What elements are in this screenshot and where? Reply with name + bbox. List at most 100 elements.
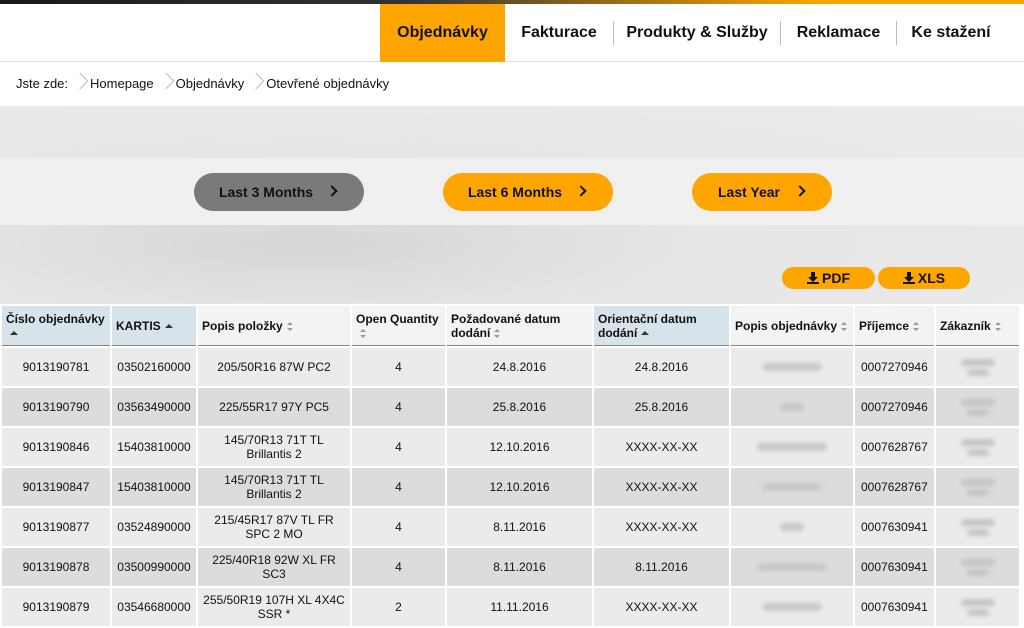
cell-order: 9013190790: [2, 388, 110, 426]
cell-item: 255/50R19 107H XL 4X4C SSR *: [198, 588, 350, 626]
column-header-order-description[interactable]: Popis objednávky: [731, 306, 853, 346]
period-button-label: Last 3 Months: [218, 184, 314, 200]
table-row[interactable]: 9013190847 15403810000 145/70R13 71T TL Br…: [2, 468, 1019, 506]
cell-req-date: 12.10.2016: [447, 428, 592, 466]
nav-item-ke-stazeni[interactable]: Ke stažení: [897, 4, 1005, 62]
cell-order: 9013190847: [2, 468, 110, 506]
column-header-label: Požadované datum dodání: [451, 311, 561, 340]
cell-req-date: 8.11.2016: [447, 548, 592, 586]
sort-icon[interactable]: [494, 328, 501, 338]
period-button-last-year[interactable]: Last Year: [692, 173, 832, 211]
download-icon: [807, 272, 819, 284]
column-header-item-description[interactable]: Popis položky: [198, 306, 350, 346]
cell-req-date: 8.11.2016: [447, 508, 592, 546]
cell-est-date: 8.11.2016: [594, 548, 729, 586]
column-header-customer[interactable]: Zákazník: [936, 306, 1019, 346]
sort-icon[interactable]: [841, 321, 848, 331]
cell-recipient: 0007628767: [855, 468, 934, 506]
table-row[interactable]: 9013190878 03500990000 225/40R18 92W XL FR…: [2, 548, 1019, 586]
breadcrumb-homepage[interactable]: Homepage: [88, 76, 156, 91]
column-header-kartis[interactable]: KARTIS: [112, 306, 196, 346]
table-row[interactable]: 9013190879 03546680000 255/50R19 107H XL 4…: [2, 588, 1019, 626]
chevron-right-icon: [794, 185, 806, 197]
cell-qty: 4: [352, 388, 445, 426]
cell-kartis: 03500990000: [112, 548, 196, 586]
sort-icon[interactable]: [994, 321, 1001, 331]
cell-customer-redacted: [936, 348, 1019, 386]
cell-item: 145/70R13 71T TL Brillantis 2: [198, 428, 350, 466]
cell-order-description-redacted: [731, 588, 853, 626]
cell-req-date: 12.10.2016: [447, 468, 592, 506]
table-row[interactable]: 9013190790 03563490000 225/55R17 97Y PC5 4 2…: [2, 388, 1019, 426]
breadcrumb-current: Otevřené objednávky: [266, 75, 390, 91]
cell-item: 205/50R16 87W PC2: [198, 348, 350, 386]
column-header-label: Open Quantity: [356, 311, 439, 326]
table-body: 9013190781 03502160000 205/50R16 87W PC2 4 2…: [2, 348, 1019, 626]
breadcrumb-chevron-icon: [160, 72, 170, 94]
chevron-right-icon: [326, 185, 338, 197]
cell-recipient: 0007270946: [855, 388, 934, 426]
column-header-estimated-delivery-date[interactable]: Orientační datum dodání: [594, 306, 729, 346]
cell-est-date: 24.8.2016: [594, 348, 729, 386]
table-row[interactable]: 9013190877 03524890000 215/45R17 87V TL FR…: [2, 508, 1019, 546]
column-header-open-quantity[interactable]: Open Quantity: [352, 306, 445, 346]
column-header-order-number[interactable]: Číslo objednávky: [2, 306, 110, 346]
cell-item: 225/40R18 92W XL FR SC3: [198, 548, 350, 586]
chevron-right-icon: [575, 185, 587, 197]
cell-kartis: 03546680000: [112, 588, 196, 626]
cell-est-date: XXXX-XX-XX: [594, 588, 729, 626]
nav-item-reklamace[interactable]: Reklamace: [781, 4, 896, 62]
export-pdf-button[interactable]: PDF: [782, 267, 875, 289]
table-row[interactable]: 9013190781 03502160000 205/50R16 87W PC2 4 2…: [2, 348, 1019, 386]
cell-recipient: 0007630941: [855, 508, 934, 546]
cell-order: 9013190879: [2, 588, 110, 626]
period-button-last-3-months[interactable]: Last 3 Months: [194, 173, 364, 211]
cell-kartis: 15403810000: [112, 428, 196, 466]
period-button-last-6-months[interactable]: Last 6 Months: [443, 173, 613, 211]
breadcrumb-chevron-icon: [74, 72, 84, 94]
cell-order-description-redacted: [731, 468, 853, 506]
cell-qty: 4: [352, 548, 445, 586]
sort-icon[interactable]: [913, 321, 920, 331]
column-header-recipient[interactable]: Příjemce: [855, 306, 934, 346]
column-header-label: Zákazník: [940, 318, 991, 333]
period-button-label: Last Year: [717, 184, 780, 200]
breadcrumb-chevron-icon: [250, 72, 260, 94]
sort-icon[interactable]: [360, 328, 366, 338]
column-header-requested-delivery-date[interactable]: Požadované datum dodání: [447, 306, 592, 346]
cell-order-description-redacted: [731, 428, 853, 466]
sort-icon[interactable]: [286, 321, 293, 331]
cell-kartis: 15403810000: [112, 468, 196, 506]
cell-req-date: 24.8.2016: [447, 348, 592, 386]
cell-est-date: XXXX-XX-XX: [594, 428, 729, 466]
cell-recipient: 0007628767: [855, 428, 934, 466]
cell-kartis: 03502160000: [112, 348, 196, 386]
export-pdf-label: PDF: [822, 270, 850, 286]
column-header-label: Popis položky: [202, 318, 283, 333]
nav-item-fakturace[interactable]: Fakturace: [505, 4, 613, 62]
table-row[interactable]: 9013190846 15403810000 145/70R13 71T TL Br…: [2, 428, 1019, 466]
cell-item: 215/45R17 87V TL FR SPC 2 MO: [198, 508, 350, 546]
export-xls-button[interactable]: XLS: [878, 267, 970, 289]
cell-qty: 4: [352, 348, 445, 386]
cell-item: 225/55R17 97Y PC5: [198, 388, 350, 426]
cell-customer-redacted: [936, 508, 1019, 546]
cell-qty: 4: [352, 468, 445, 506]
sort-asc-icon[interactable]: [641, 329, 650, 338]
cell-req-date: 11.11.2016: [447, 588, 592, 626]
column-header-label: Příjemce: [859, 318, 910, 333]
breadcrumb-objednavky[interactable]: Objednávky: [174, 76, 247, 91]
cell-order: 9013190846: [2, 428, 110, 466]
cell-customer-redacted: [936, 548, 1019, 586]
export-xls-label: XLS: [917, 270, 946, 286]
cell-order: 9013190878: [2, 548, 110, 586]
sort-asc-icon[interactable]: [164, 322, 173, 331]
cell-kartis: 03563490000: [112, 388, 196, 426]
nav-item-objednavky[interactable]: Objednávky: [380, 4, 505, 62]
nav-item-produkty[interactable]: Produkty & Služby: [614, 4, 780, 62]
orders-table-container: Číslo objednávky KARTIS Popis položky Open …: [0, 304, 1024, 628]
cell-recipient: 0007630941: [855, 588, 934, 626]
sort-asc-icon[interactable]: [10, 329, 18, 338]
cell-est-date: XXXX-XX-XX: [594, 508, 729, 546]
cell-qty: 2: [352, 588, 445, 626]
